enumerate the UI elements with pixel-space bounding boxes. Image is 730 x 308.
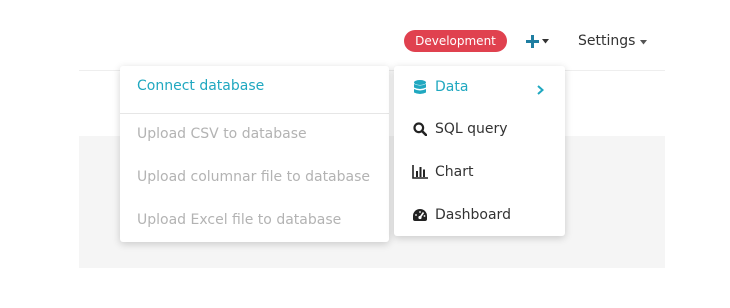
menu-item-label: Chart (435, 164, 474, 180)
caret-down-icon (640, 33, 648, 49)
data-submenu: Connect database Upload CSV to database … (120, 66, 389, 242)
menu-item-chart[interactable]: Chart (412, 160, 552, 184)
settings-menu-button[interactable]: Settings (578, 30, 648, 52)
menu-item-label: Dashboard (435, 207, 511, 223)
search-icon (412, 121, 428, 137)
menu-item-label: Data (435, 79, 469, 95)
environment-badge: Development (404, 30, 507, 52)
menu-item-sql-query[interactable]: SQL query (412, 117, 552, 141)
bar-chart-icon (412, 164, 428, 180)
add-new-button[interactable] (526, 30, 556, 52)
chevron-right-icon (537, 80, 545, 99)
database-icon (412, 79, 428, 95)
menu-item-label: SQL query (435, 121, 508, 137)
upload-excel-item[interactable]: Upload Excel file to database (137, 212, 341, 228)
dashboard-gauge-icon (412, 207, 428, 223)
menu-item-data[interactable]: Data (412, 75, 552, 99)
add-new-menu: Data SQL query Chart Dashboard (394, 66, 565, 236)
settings-label: Settings (578, 33, 636, 49)
upload-columnar-item[interactable]: Upload columnar file to database (137, 169, 370, 185)
menu-item-dashboard[interactable]: Dashboard (412, 203, 552, 227)
upload-csv-item[interactable]: Upload CSV to database (137, 126, 307, 142)
caret-down-icon (542, 38, 549, 44)
connect-database-item[interactable]: Connect database (137, 78, 264, 94)
plus-icon (526, 34, 539, 48)
submenu-divider (120, 113, 389, 114)
